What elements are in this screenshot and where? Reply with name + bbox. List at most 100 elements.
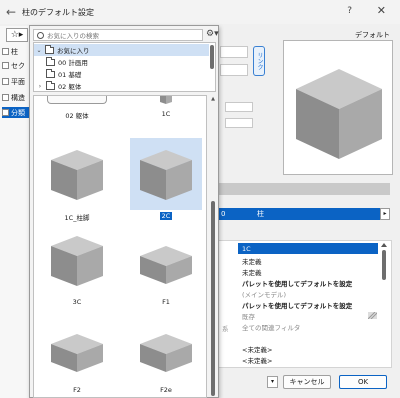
tile-label: 2C	[159, 212, 173, 220]
tree-item-label: お気に入り	[57, 47, 90, 55]
defaults-label: デフォルト	[355, 31, 390, 39]
tile-label: 1C	[161, 110, 171, 118]
cancel-button[interactable]: キャンセル	[283, 375, 331, 389]
sidebar-item-plan[interactable]: 平面	[2, 76, 32, 87]
prop-row[interactable]: 未定義	[238, 255, 378, 266]
tile-label: 3C	[72, 298, 82, 306]
folder-icon	[46, 56, 55, 66]
slab-thumbnail-graphic	[51, 334, 103, 372]
sidebar-item-label: 平面	[11, 77, 25, 86]
prop-row[interactable]: <未定義>	[238, 354, 378, 365]
gallery-scroll-up-icon[interactable]: ▲	[209, 96, 217, 104]
tile-thumbnail	[41, 138, 113, 210]
tile-label: F2e	[160, 386, 172, 394]
settings-gear-icon[interactable]: ⚙▾	[206, 29, 219, 41]
tree-item-label: 01 基礎	[58, 71, 82, 79]
tile-thumbnail	[41, 96, 113, 108]
slab-thumbnail-graphic	[140, 334, 192, 372]
chevron-right-icon[interactable]: ›	[37, 83, 43, 90]
favorites-star-button[interactable]: ☆▸	[6, 28, 28, 42]
favorites-folder-tree: ⌄ お気に入り 00 計画用 01 基礎 › 02 躯体	[33, 42, 216, 92]
favorite-tile[interactable]: F1	[130, 224, 202, 306]
tile-thumbnail	[130, 138, 202, 210]
cube-thumbnail-graphic	[51, 236, 103, 286]
column-icon	[2, 48, 9, 55]
section-header-band	[197, 183, 390, 195]
bg-field-4[interactable]	[225, 118, 253, 128]
3d-preview	[283, 40, 393, 175]
cube-preview-graphic	[296, 69, 382, 159]
favorite-tile[interactable]: 1C	[130, 96, 202, 118]
search-icon	[37, 31, 44, 39]
prop-row[interactable]: 未定義	[238, 266, 378, 277]
link-toggle-button[interactable]: リンク	[253, 46, 265, 76]
folder-icon	[46, 80, 55, 90]
tile-thumbnail	[41, 312, 113, 384]
favorites-search-input[interactable]: お気に入りの検索	[33, 29, 203, 41]
help-button[interactable]: ?	[347, 6, 352, 16]
prop-row[interactable]: パレットを使用してデフォルトを設定	[238, 277, 378, 288]
strip-right-value: 柱	[257, 210, 264, 218]
strip-arrow-icon[interactable]: ▸	[380, 208, 390, 220]
prop-row[interactable]: (メインモデル)	[238, 288, 378, 299]
close-button[interactable]: ✕	[377, 4, 386, 17]
cube-thumbnail-graphic	[140, 150, 192, 200]
ok-button[interactable]: OK	[339, 375, 387, 389]
prop-row[interactable]: 全ての関連フィルタ	[238, 321, 378, 332]
back-arrow-icon[interactable]: ←	[0, 5, 22, 19]
gallery-scrollbar-thumb[interactable]	[211, 201, 215, 396]
sidebar-item-label: 構造	[11, 93, 25, 102]
prop-row[interactable]: <未定義>	[238, 343, 378, 354]
folder-thumbnail-button	[47, 96, 107, 104]
sidebar-item-label: 柱	[11, 47, 18, 56]
sidebar-item-classification[interactable]: 分類	[2, 107, 32, 118]
prop-row[interactable]: パレットを使用してデフォルトを設定	[238, 299, 378, 310]
dimension-field-1[interactable]	[220, 46, 248, 58]
tree-item-favorites[interactable]: ⌄ お気に入り	[34, 44, 209, 56]
chevron-down-icon[interactable]: ⌄	[36, 47, 42, 54]
selected-classification-row[interactable]: 0 柱	[197, 208, 380, 220]
favorite-tile-selected[interactable]: 2C	[130, 138, 202, 220]
dropdown-arrow-icon[interactable]: ▾	[267, 376, 278, 388]
structure-icon	[2, 94, 9, 101]
tree-item-label: 00 計画用	[58, 59, 88, 67]
title-bar: ← 柱のデフォルト設定 ? ✕	[0, 0, 400, 24]
plan-icon	[2, 78, 9, 85]
favorite-tile[interactable]: F2e	[130, 312, 202, 394]
tile-thumbnail	[130, 224, 202, 296]
pattern-icon	[368, 312, 377, 319]
tree-item-planning[interactable]: 00 計画用	[34, 56, 209, 68]
properties-scrollbar[interactable]	[380, 241, 388, 369]
favorite-tile[interactable]: F2	[41, 312, 113, 394]
favorites-gallery: 02 躯体 1C 1C_柱脚 2C 3C F1 F2 F2e	[33, 95, 207, 398]
sidebar-item-structure[interactable]: 構造	[2, 92, 32, 103]
bg-field-3[interactable]	[225, 102, 253, 112]
favorites-popup: お気に入りの検索 ⚙▾ ⌄ お気に入り 00 計画用 01 基礎 › 02 躯体	[29, 25, 219, 398]
sidebar-item-label: セク	[11, 61, 25, 70]
tree-item-structure[interactable]: › 02 躯体	[34, 80, 209, 92]
favorite-tile[interactable]: 3C	[41, 224, 113, 306]
prop-row-id[interactable]: 1C	[238, 243, 378, 254]
dimension-field-2[interactable]	[220, 64, 248, 76]
sidebar-item-section[interactable]: セク	[2, 60, 32, 71]
sidebar-item-column[interactable]: 柱	[2, 46, 32, 57]
favorite-tile[interactable]: 1C_柱脚	[41, 138, 113, 222]
tile-thumbnail	[130, 312, 202, 384]
search-placeholder: お気に入りの検索	[47, 32, 99, 40]
classification-icon	[2, 109, 9, 116]
tile-label: 1C_柱脚	[64, 214, 90, 222]
tree-item-label: 02 躯体	[58, 83, 82, 91]
properties-panel: 1C 未定義 未定義 パレットを使用してデフォルトを設定 (メインモデル) パレ…	[197, 240, 392, 368]
strip-left-value: 0	[221, 210, 226, 218]
prop-left-tag: 系	[222, 325, 229, 333]
prop-row[interactable]: 既存	[238, 310, 378, 321]
slab-thumbnail-graphic	[140, 246, 192, 284]
tree-item-foundation[interactable]: 01 基礎	[34, 68, 209, 80]
tile-label: F1	[162, 298, 170, 306]
window-title: 柱のデフォルト設定	[22, 7, 94, 17]
favorite-tile[interactable]: 02 躯体	[41, 96, 113, 120]
section-icon	[2, 62, 9, 69]
tree-scrollbar-thumb[interactable]	[210, 45, 214, 69]
tile-thumbnail	[41, 224, 113, 296]
tile-label: 02 躯体	[65, 112, 89, 120]
